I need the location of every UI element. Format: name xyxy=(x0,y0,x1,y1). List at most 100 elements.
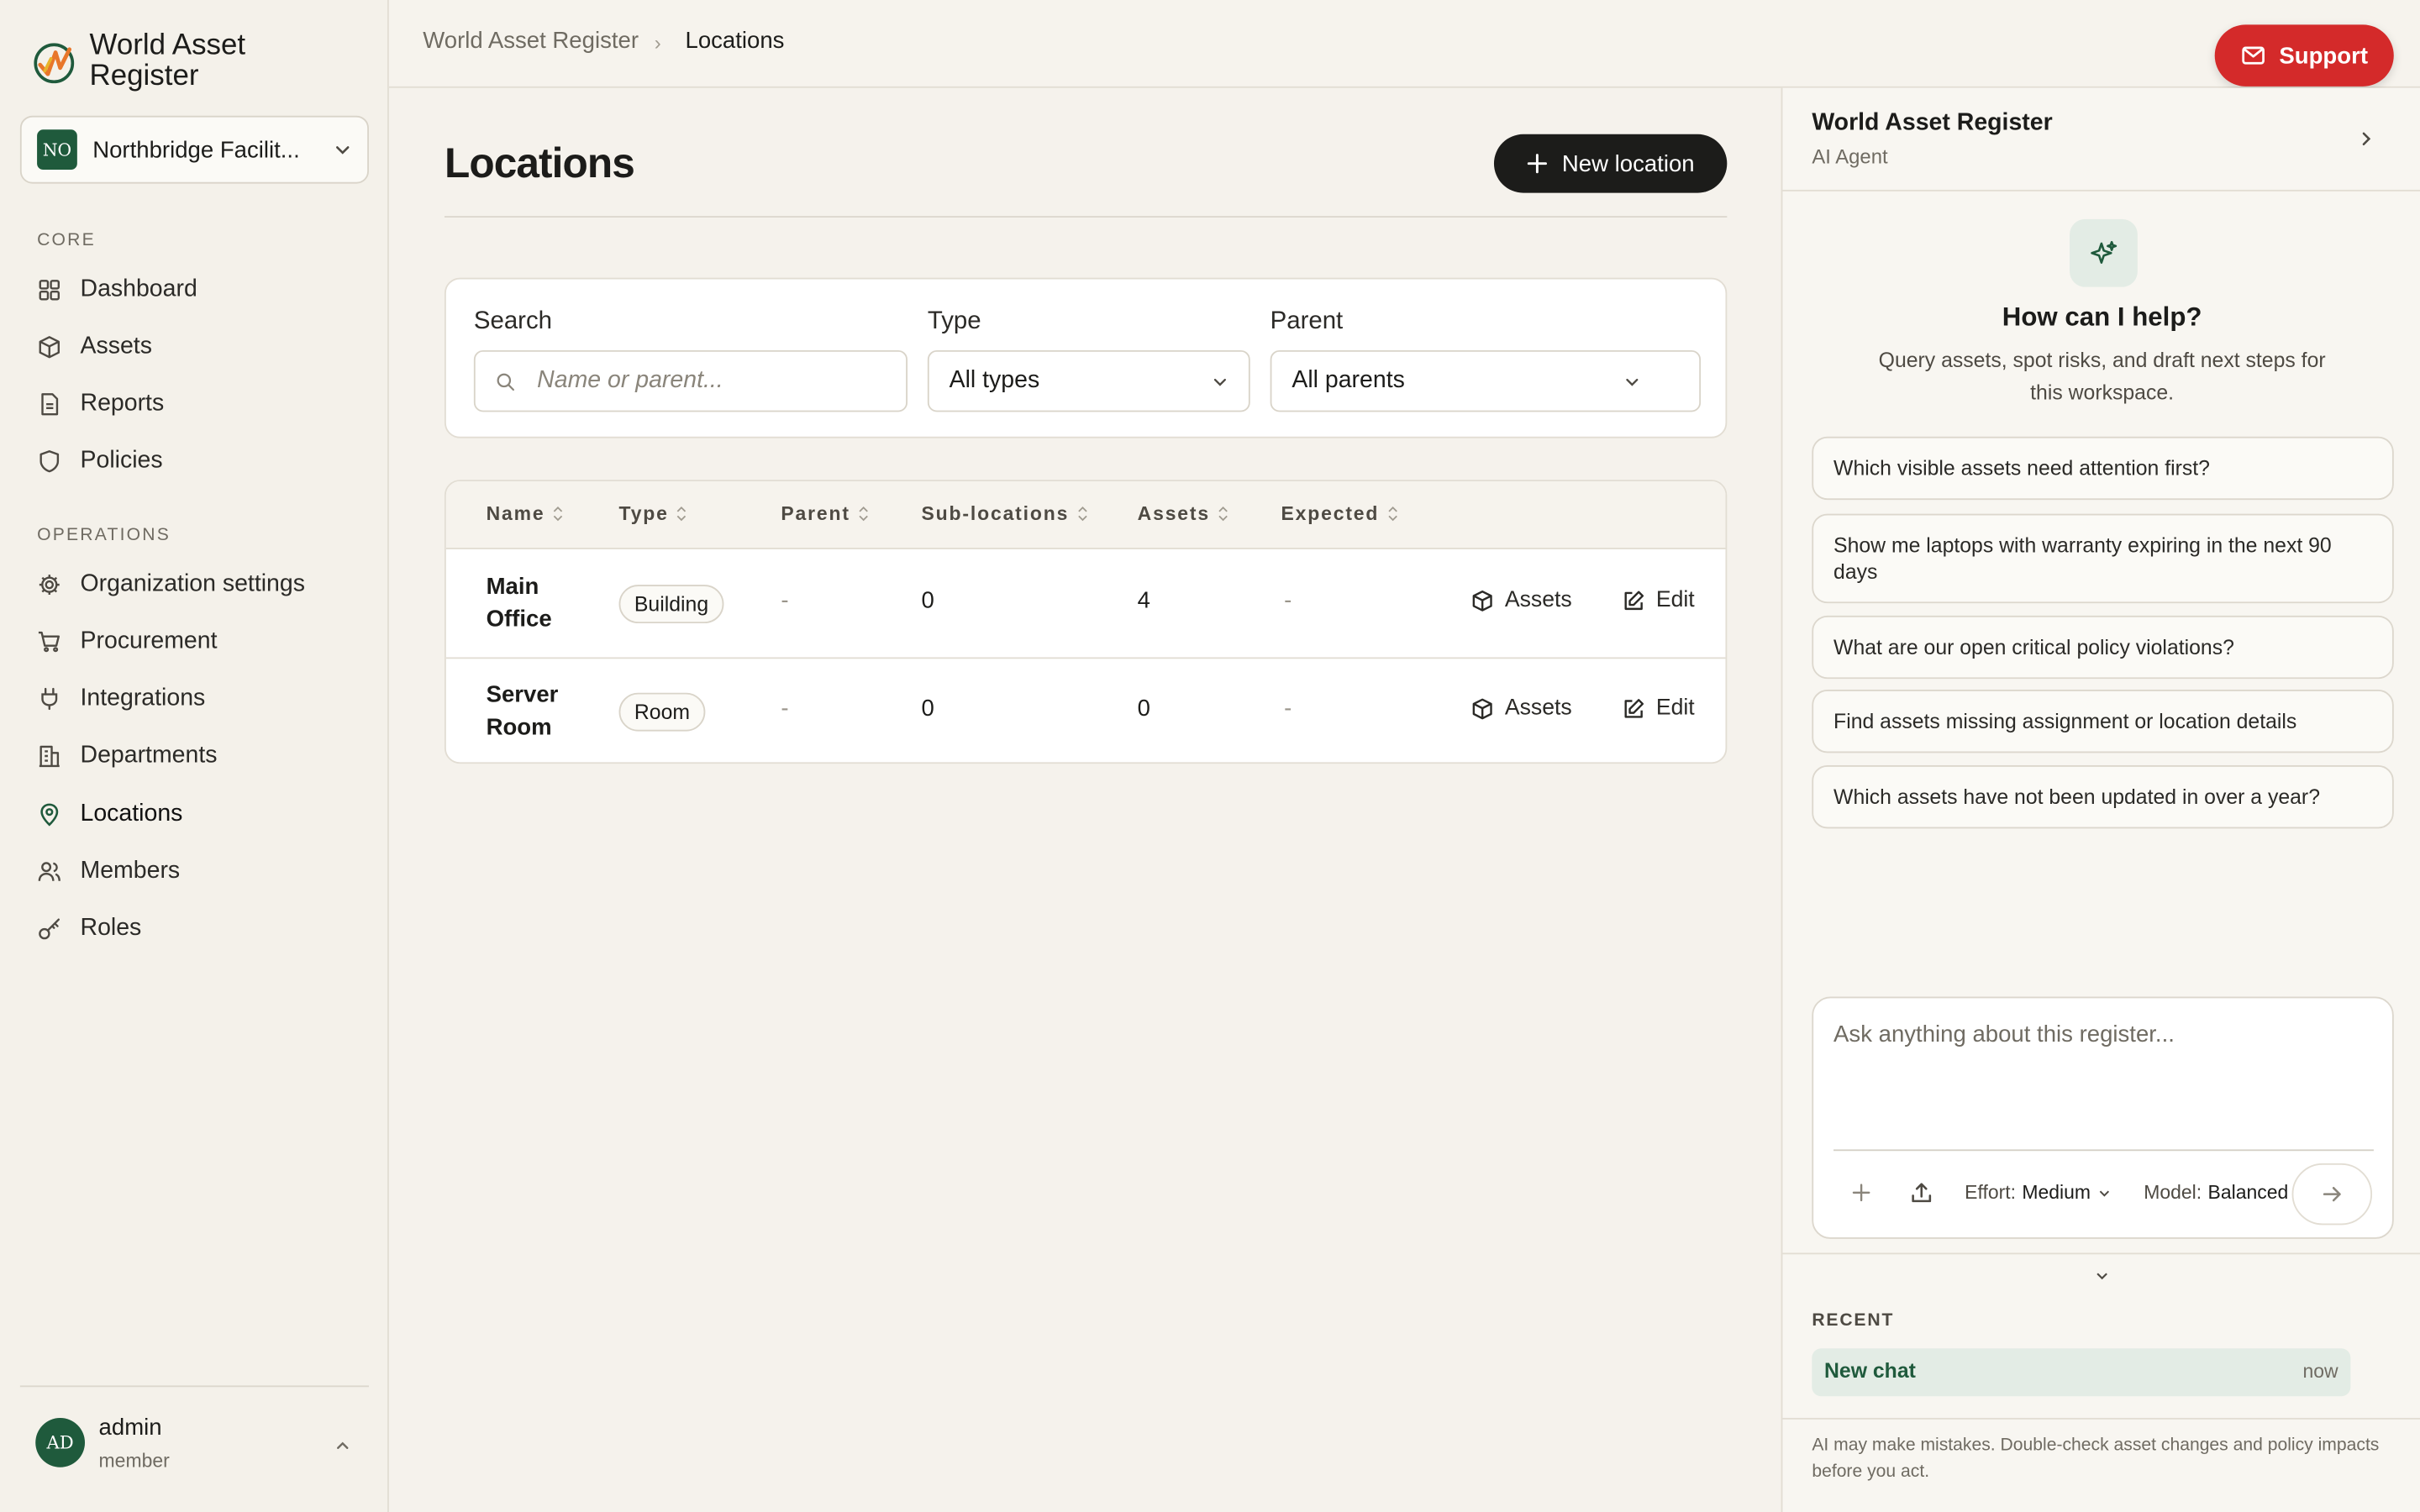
row-edit-label: Edit xyxy=(1655,696,1695,721)
new-location-label: New location xyxy=(1561,150,1695,177)
filter-card: Search Name or parent... Type All types … xyxy=(444,277,1728,438)
sidebar-item-dashboard[interactable]: Dashboard xyxy=(37,271,197,308)
row-assets-link[interactable]: Assets xyxy=(1470,696,1572,721)
sidebar-item-label: Dashboard xyxy=(80,276,197,303)
suggestion-chip[interactable]: What are our open critical policy violat… xyxy=(1812,615,2394,680)
breadcrumb-root[interactable]: World Asset Register xyxy=(423,28,639,54)
sort-icon xyxy=(1387,506,1397,522)
column-header-sub-locations[interactable]: Sub-locations xyxy=(922,503,1088,524)
sidebar-item-label: Assets xyxy=(80,333,152,360)
divider xyxy=(1833,1149,2374,1152)
search-placeholder: Name or parent... xyxy=(537,367,723,394)
sidebar-item-label: Departments xyxy=(80,742,218,769)
model-value: Balanced xyxy=(2207,1181,2289,1204)
sidebar-item-locations[interactable]: Locations xyxy=(37,796,182,833)
disclaimer: AI may make mistakes. Double-check asset… xyxy=(1812,1436,2380,1482)
breadcrumb-separator: › xyxy=(654,30,661,55)
recent-chat-item[interactable]: New chat now xyxy=(1812,1348,2351,1397)
cell-sub-locations: 0 xyxy=(921,587,934,615)
sidebar-item-assets[interactable]: Assets xyxy=(37,328,152,365)
sort-icon xyxy=(1218,506,1228,522)
column-header-type[interactable]: Type xyxy=(619,503,687,524)
table-row[interactable]: Server Room Room - 0 0 - Assets Edit xyxy=(446,659,1726,762)
sidebar-item-label: Policies xyxy=(80,447,163,474)
chevron-down-icon xyxy=(1213,377,1227,386)
map-pin-icon xyxy=(40,803,59,827)
sidebar-item-roles[interactable]: Roles xyxy=(37,911,141,948)
cell-assets: 0 xyxy=(1137,696,1150,722)
upload-icon[interactable] xyxy=(1909,1180,1933,1205)
suggestion-chip[interactable]: Which assets have not been updated in ov… xyxy=(1812,765,2394,829)
gear-icon xyxy=(39,575,60,596)
type-select[interactable]: All types xyxy=(927,349,1250,412)
divider xyxy=(1782,1417,2420,1420)
column-label: Name xyxy=(486,502,545,525)
chevron-right-icon[interactable] xyxy=(2357,129,2375,148)
parent-select[interactable]: All parents xyxy=(1270,349,1702,412)
help-title: How can I help? xyxy=(2002,302,2202,332)
sidebar-item-label: Procurement xyxy=(80,627,218,654)
cart-icon xyxy=(38,631,60,653)
type-badge: Building xyxy=(618,585,724,624)
cell-expected: - xyxy=(1284,696,1292,722)
grid-icon xyxy=(39,280,60,301)
nav-section-operations: OPERATIONS xyxy=(37,526,171,545)
row-edit-link[interactable]: Edit xyxy=(1622,588,1695,612)
suggestion-chip[interactable]: Which visible assets need attention firs… xyxy=(1812,436,2394,501)
cell-parent: - xyxy=(781,696,789,722)
mail-icon xyxy=(2241,46,2265,65)
suggestion-chip[interactable]: Show me laptops with warranty expiring i… xyxy=(1812,513,2394,604)
recent-chat-time: now xyxy=(2302,1361,2338,1383)
type-badge: Room xyxy=(618,692,706,732)
sidebar-item-label: Locations xyxy=(80,801,183,827)
cell-name: Main Office xyxy=(486,574,552,633)
org-switcher[interactable]: NO Northbridge Facilit... xyxy=(19,115,369,184)
search-icon xyxy=(497,372,515,391)
assistant-panel: World Asset Register AI Agent How can I … xyxy=(1781,87,2420,1512)
sidebar-item-procurement[interactable]: Procurement xyxy=(37,623,217,660)
row-assets-link[interactable]: Assets xyxy=(1470,587,1572,613)
column-label: Parent xyxy=(781,502,850,525)
user-name: admin xyxy=(98,1415,162,1441)
brand[interactable]: World Asset Register xyxy=(31,30,321,92)
effort-select[interactable]: Effort: Medium xyxy=(1965,1182,2111,1204)
column-header-assets[interactable]: Assets xyxy=(1137,502,1228,525)
plus-icon[interactable] xyxy=(1849,1180,1873,1205)
search-input[interactable]: Name or parent... xyxy=(473,349,908,412)
sidebar-item-departments[interactable]: Departments xyxy=(37,738,217,774)
user-menu[interactable]: AD admin member xyxy=(19,1385,369,1512)
support-button[interactable]: Support xyxy=(2214,24,2394,87)
parent-label: Parent xyxy=(1270,308,1344,335)
table-header: Name Type Parent Sub-locations Assets Ex… xyxy=(445,481,1726,549)
page-title: Locations xyxy=(444,140,635,187)
column-header-name[interactable]: Name xyxy=(486,502,564,525)
send-button[interactable] xyxy=(2291,1163,2373,1226)
chevron-down-icon[interactable] xyxy=(2094,1268,2109,1284)
org-name: Northbridge Facilit... xyxy=(92,136,300,163)
divider xyxy=(1782,1252,2420,1255)
sort-icon xyxy=(859,506,868,522)
assistant-header: World Asset Register AI Agent xyxy=(1782,88,2420,192)
chevron-up-icon xyxy=(337,1441,349,1449)
plug-icon xyxy=(41,687,58,711)
suggestion-chip[interactable]: Find assets missing assignment or locati… xyxy=(1812,690,2394,753)
new-location-button[interactable]: New location xyxy=(1493,134,1728,193)
table-row[interactable]: Main Office Building - 0 4 - Assets Edit xyxy=(445,551,1726,659)
column-header-expected[interactable]: Expected xyxy=(1281,503,1397,524)
row-edit-link[interactable]: Edit xyxy=(1622,696,1695,721)
composer-input[interactable]: Ask anything about this register... xyxy=(1833,1021,2175,1047)
sidebar-item-organization-settings[interactable]: Organization settings xyxy=(37,566,305,603)
users-icon xyxy=(38,862,60,881)
sidebar-item-reports[interactable]: Reports xyxy=(37,386,164,423)
chevron-down-icon xyxy=(1626,377,1639,386)
sidebar-item-integrations[interactable]: Integrations xyxy=(37,680,205,717)
column-label: Assets xyxy=(1137,502,1211,525)
model-select[interactable]: Model: Balanced xyxy=(2144,1182,2308,1204)
sidebar-item-label: Roles xyxy=(80,915,142,942)
sidebar-item-members[interactable]: Members xyxy=(37,853,180,890)
sidebar-item-policies[interactable]: Policies xyxy=(37,443,163,480)
row-assets-label: Assets xyxy=(1504,587,1572,613)
column-header-parent[interactable]: Parent xyxy=(781,502,869,525)
parent-select-value: All parents xyxy=(1292,367,1405,394)
avatar: AD xyxy=(35,1417,86,1467)
